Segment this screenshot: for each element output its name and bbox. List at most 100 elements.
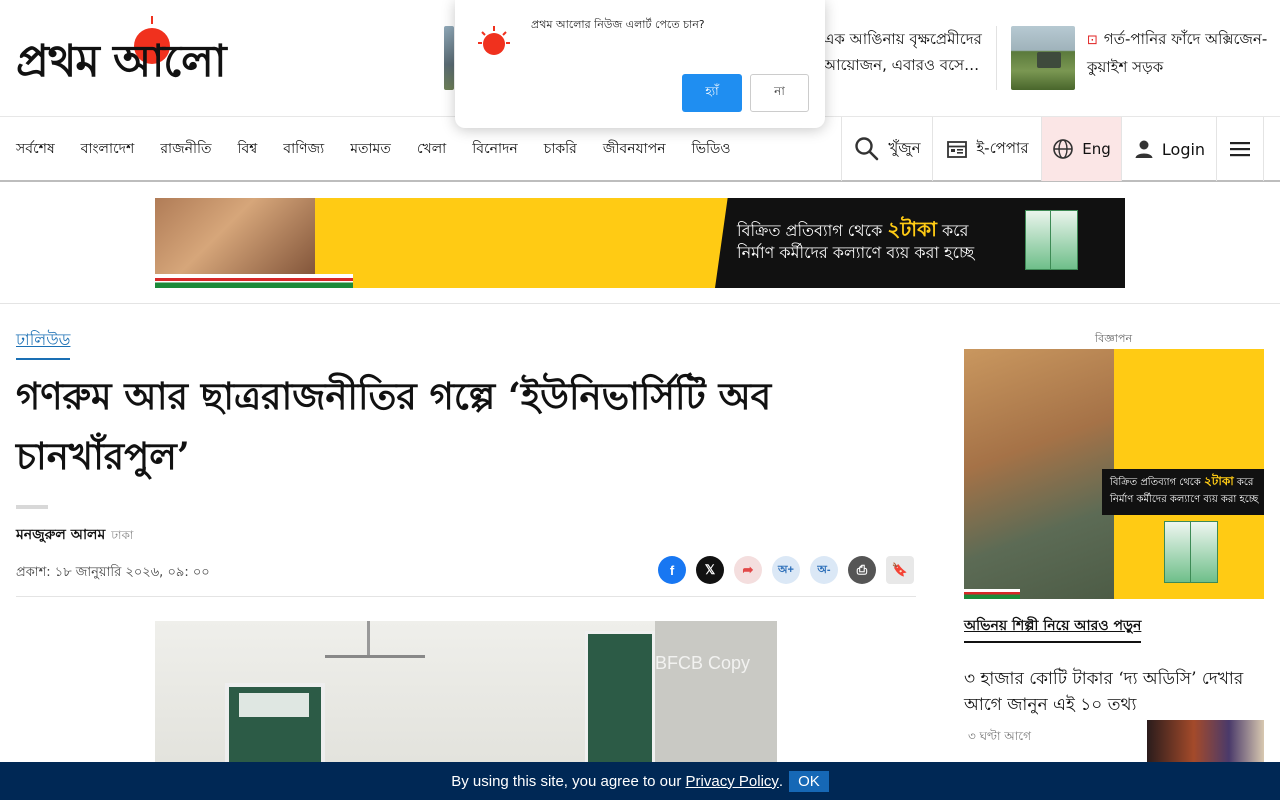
photo-fan-rod — [367, 621, 370, 657]
teaser-thumbnail[interactable] — [444, 26, 454, 90]
facebook-share-button[interactable]: f — [658, 556, 686, 584]
article-lead-photo[interactable]: BFCB Copy — [155, 621, 777, 771]
font-decrease-button[interactable]: অ- — [810, 556, 838, 584]
search-icon — [855, 137, 879, 161]
deny-notification-button[interactable]: না — [750, 74, 809, 112]
photo-column — [655, 621, 777, 771]
login-label: Login — [1161, 139, 1206, 159]
share-icon: ➦ — [742, 562, 754, 577]
font-decrease-icon: অ- — [817, 563, 831, 576]
byline: মনজুরুল আলম ঢাকা — [16, 523, 133, 547]
bookmark-icon: 🔖 — [891, 562, 909, 577]
logo-sun-ray — [151, 16, 153, 24]
sun-logo-icon — [478, 26, 510, 55]
photo-door — [585, 631, 655, 771]
cookie-consent-bar: By using this site, you agree to our Pri… — [0, 762, 1280, 800]
cement-bag-image — [1164, 521, 1192, 583]
font-increase-button[interactable]: অ+ — [772, 556, 800, 584]
cookie-text-end: . — [778, 772, 784, 790]
related-story-title[interactable]: ৩ হাজার কোটি টাকার ‘দ্য অডিসি’ দেখার আগে… — [964, 666, 1264, 718]
cookie-text: By using this site, you agree to our — [451, 772, 682, 790]
headline-divider — [16, 505, 48, 509]
login-button[interactable]: Login — [1121, 117, 1217, 181]
hamburger-menu-button[interactable] — [1216, 117, 1264, 181]
language-toggle[interactable]: Eng — [1041, 117, 1121, 181]
article-meta-divider — [16, 596, 916, 597]
print-icon: ⎙ — [856, 562, 868, 577]
epaper-button[interactable]: ই-পেপার — [932, 117, 1042, 181]
related-story-time: ৩ ঘণ্টা আগে — [968, 729, 1031, 743]
top-banner-ad[interactable]: বিক্রিত প্রতিব্যাগ থেকে ২টাকা করে নির্মা… — [155, 198, 1125, 288]
nav-item-world[interactable]: বিশ্ব — [237, 137, 257, 161]
font-increase-icon: অ+ — [778, 563, 794, 576]
share-button[interactable]: ➦ — [734, 556, 762, 584]
hamburger-icon — [1230, 142, 1250, 157]
author-location: ঢাকা — [111, 528, 134, 542]
photo-watermark: BFCB Copy — [655, 653, 751, 673]
ad-copy: বিক্রিত প্রতিব্যাগ থেকে ২টাকা করে নির্মা… — [1110, 473, 1262, 508]
nav-item-bangladesh[interactable]: বাংলাদেশ — [81, 137, 135, 161]
language-label: Eng — [1082, 140, 1111, 158]
ad-highlight: ২টাকা — [887, 217, 937, 241]
share-toolbar: f 𝕏 ➦ অ+ অ- ⎙ 🔖 — [658, 556, 914, 584]
ad-line2: নির্মাণ কর্মীদের কল্যাণে ব্যয় করা হচ্ছে — [737, 243, 975, 262]
cement-bag-image — [1190, 521, 1218, 583]
ad-worker-photo — [964, 349, 1114, 599]
search-label: খুঁজুন — [888, 138, 921, 157]
x-icon: 𝕏 — [704, 562, 716, 577]
nav-item-opinion[interactable]: মতামত — [350, 137, 391, 161]
nav-item-business[interactable]: বাণিজ্য — [283, 137, 324, 161]
cement-bag-image — [1025, 210, 1053, 270]
site-logo[interactable]: প্রথম আলো — [16, 16, 288, 90]
nav-item-latest[interactable]: সর্বশেষ — [16, 137, 55, 161]
logo-text: প্রথম আলো — [16, 36, 227, 87]
notification-text: প্রথম আলোর নিউজ এলার্ট পেতে চান? — [531, 18, 705, 31]
cement-bag-image — [1050, 210, 1078, 270]
ad-line1-end: করে — [941, 221, 969, 240]
print-button[interactable]: ⎙ — [848, 556, 876, 584]
thumbnail-vehicle — [1037, 52, 1061, 68]
article-category[interactable]: ঢালিউড — [16, 327, 71, 360]
photo-ceiling-fan — [325, 655, 425, 658]
nav-item-sports[interactable]: খেলা — [417, 137, 446, 161]
privacy-policy-link[interactable]: Privacy Policy — [686, 773, 779, 790]
calendar-icon — [947, 141, 968, 158]
facebook-icon: f — [669, 562, 675, 578]
ad-copy: বিক্রিত প্রতিব্যাগ থেকে ২টাকা করে নির্মা… — [737, 218, 1017, 264]
published-date: প্রকাশ: ১৮ জানুয়ারি ২০২৬, ০৯: ০০ — [16, 565, 210, 580]
photo-window — [239, 693, 309, 717]
ad-line2: নির্মাণ কর্মীদের কল্যাণে ব্যয় করা হচ্ছে — [1110, 494, 1259, 505]
epaper-label: ই-পেপার — [976, 138, 1029, 157]
read-more-link[interactable]: অভিনয় শিল্পী নিয়ে আরও পড়ুন — [964, 614, 1142, 643]
nav-item-lifestyle[interactable]: জীবনযাপন — [603, 137, 666, 161]
ad-highlight: ২টাকা — [1204, 474, 1234, 488]
ad-stripe — [964, 589, 1020, 599]
sidebar-ad[interactable]: বিক্রিত প্রতিব্যাগ থেকে ২টাকা করে নির্মা… — [964, 349, 1264, 599]
x-share-button[interactable]: 𝕏 — [696, 556, 724, 584]
notification-prompt: প্রথম আলোর নিউজ এলার্ট পেতে চান? হ্যাঁ ন… — [455, 0, 825, 128]
bookmark-button[interactable]: 🔖 — [886, 556, 914, 584]
header-teaser-link[interactable]: ⊡ গর্ত-পানির ফাঁদে অক্সিজেন-কুয়াইশ সড়ক — [1087, 26, 1273, 80]
globe-icon — [1053, 139, 1074, 159]
nav-item-entertainment[interactable]: বিনোদন — [472, 137, 518, 161]
teaser-title: গর্ত-পানির ফাঁদে অক্সিজেন-কুয়াইশ সড়ক — [1087, 30, 1268, 76]
top-ad-region: বিক্রিত প্রতিব্যাগ থেকে ২টাকা করে নির্মা… — [0, 182, 1280, 304]
ad-line1: বিক্রিত প্রতিব্যাগ থেকে — [737, 221, 883, 240]
teaser-thumbnail[interactable] — [1011, 26, 1075, 90]
nav-item-politics[interactable]: রাজনীতি — [160, 137, 211, 161]
nav-item-jobs[interactable]: চাকরি — [544, 137, 577, 161]
allow-notification-button[interactable]: হ্যাঁ — [682, 74, 742, 112]
live-icon: ⊡ — [1087, 33, 1098, 48]
header-teaser-link[interactable]: এক আঙিনায় বৃক্ষপ্রেমীদের আয়োজন, এবারও … — [823, 26, 983, 78]
article-headline: গণরুম আর ছাত্ররাজনীতির গল্পে ‘ইউনিভার্সি… — [16, 374, 772, 478]
ad-stripe — [155, 274, 353, 288]
search-button[interactable]: খুঁজুন — [841, 117, 933, 181]
cookie-ok-button[interactable]: OK — [789, 770, 829, 792]
ad-line1-end: করে — [1236, 477, 1254, 488]
user-icon — [1135, 140, 1153, 158]
author-name[interactable]: মনজুরুল আলম — [16, 527, 105, 543]
teaser-divider — [996, 26, 997, 90]
ad-line1: বিক্রিত প্রতিব্যাগ থেকে — [1110, 477, 1201, 488]
ad-label: বিজ্ঞাপন — [1095, 332, 1133, 345]
nav-item-video[interactable]: ভিডিও — [692, 137, 731, 161]
